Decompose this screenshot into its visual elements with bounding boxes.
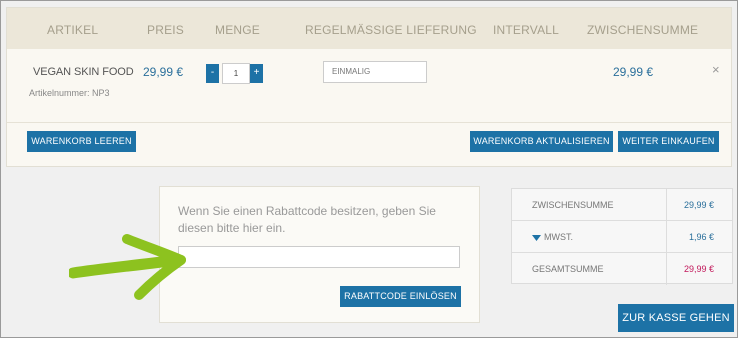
coupon-panel: Wenn Sie einen Rabattcode besitzen, gebe… [159, 186, 480, 323]
checkout-button[interactable]: ZUR KASSE GEHEN [618, 304, 734, 332]
continue-shopping-button[interactable]: WEITER EINKAUFEN [618, 131, 719, 152]
header-article: ARTIKEL [47, 23, 99, 37]
subtotal-row: ZWISCHENSUMME 29,99 € [512, 189, 732, 221]
header-interval: INTERVALL [493, 23, 560, 37]
coupon-instructions: Wenn Sie einen Rabattcode besitzen, gebe… [178, 204, 436, 235]
tax-value: 1,96 € [688, 232, 714, 242]
total-row: GESAMTSUMME 29,99 € [512, 253, 732, 285]
totals-divider [666, 253, 667, 285]
header-subtotal: ZWISCHENSUMME [587, 23, 699, 37]
cart-header: ARTIKEL PREIS MENGE REGELMÄSSIGE LIEFERU… [7, 8, 731, 49]
caret-down-icon [532, 234, 541, 241]
totals-divider [666, 221, 667, 252]
subtotal-value: 29,99 € [683, 200, 714, 210]
row-divider [7, 122, 731, 123]
header-delivery: REGELMÄSSIGE LIEFERUNG [305, 23, 477, 37]
tax-toggle[interactable]: MWST. [532, 232, 573, 242]
interval-select[interactable]: EINMALIG [323, 61, 427, 83]
coupon-code-input[interactable] [178, 246, 460, 268]
header-price: PREIS [147, 23, 185, 37]
product-name[interactable]: VEGAN SKIN FOOD [33, 66, 134, 78]
redeem-coupon-button[interactable]: RABATTCODE EINLÖSEN [340, 286, 461, 307]
quantity-input[interactable]: 1 [222, 63, 250, 84]
article-number: Artikelnummer: NP3 [29, 88, 110, 98]
total-label: GESAMTSUMME [532, 264, 604, 274]
clear-cart-button[interactable]: WARENKORB LEEREN [27, 131, 136, 152]
subtotal-label: ZWISCHENSUMME [532, 200, 614, 210]
quantity-plus-button[interactable]: + [250, 64, 263, 83]
tax-label: MWST. [544, 232, 573, 242]
header-quantity: MENGE [215, 23, 261, 37]
totals-panel: ZWISCHENSUMME 29,99 € MWST. 1,96 € GESAM… [511, 188, 733, 285]
item-price: 29,99 € [143, 65, 184, 79]
quantity-minus-button[interactable]: - [206, 64, 219, 83]
total-value: 29,99 € [683, 264, 714, 274]
cart-table: ARTIKEL PREIS MENGE REGELMÄSSIGE LIEFERU… [6, 7, 732, 167]
item-subtotal: 29,99 € [613, 65, 654, 79]
totals-divider [666, 189, 667, 220]
update-cart-button[interactable]: WARENKORB AKTUALISIEREN [470, 131, 613, 152]
arrow-annotation-icon [69, 234, 186, 300]
tax-row[interactable]: MWST. 1,96 € [512, 221, 732, 253]
remove-icon[interactable]: × [712, 62, 720, 77]
